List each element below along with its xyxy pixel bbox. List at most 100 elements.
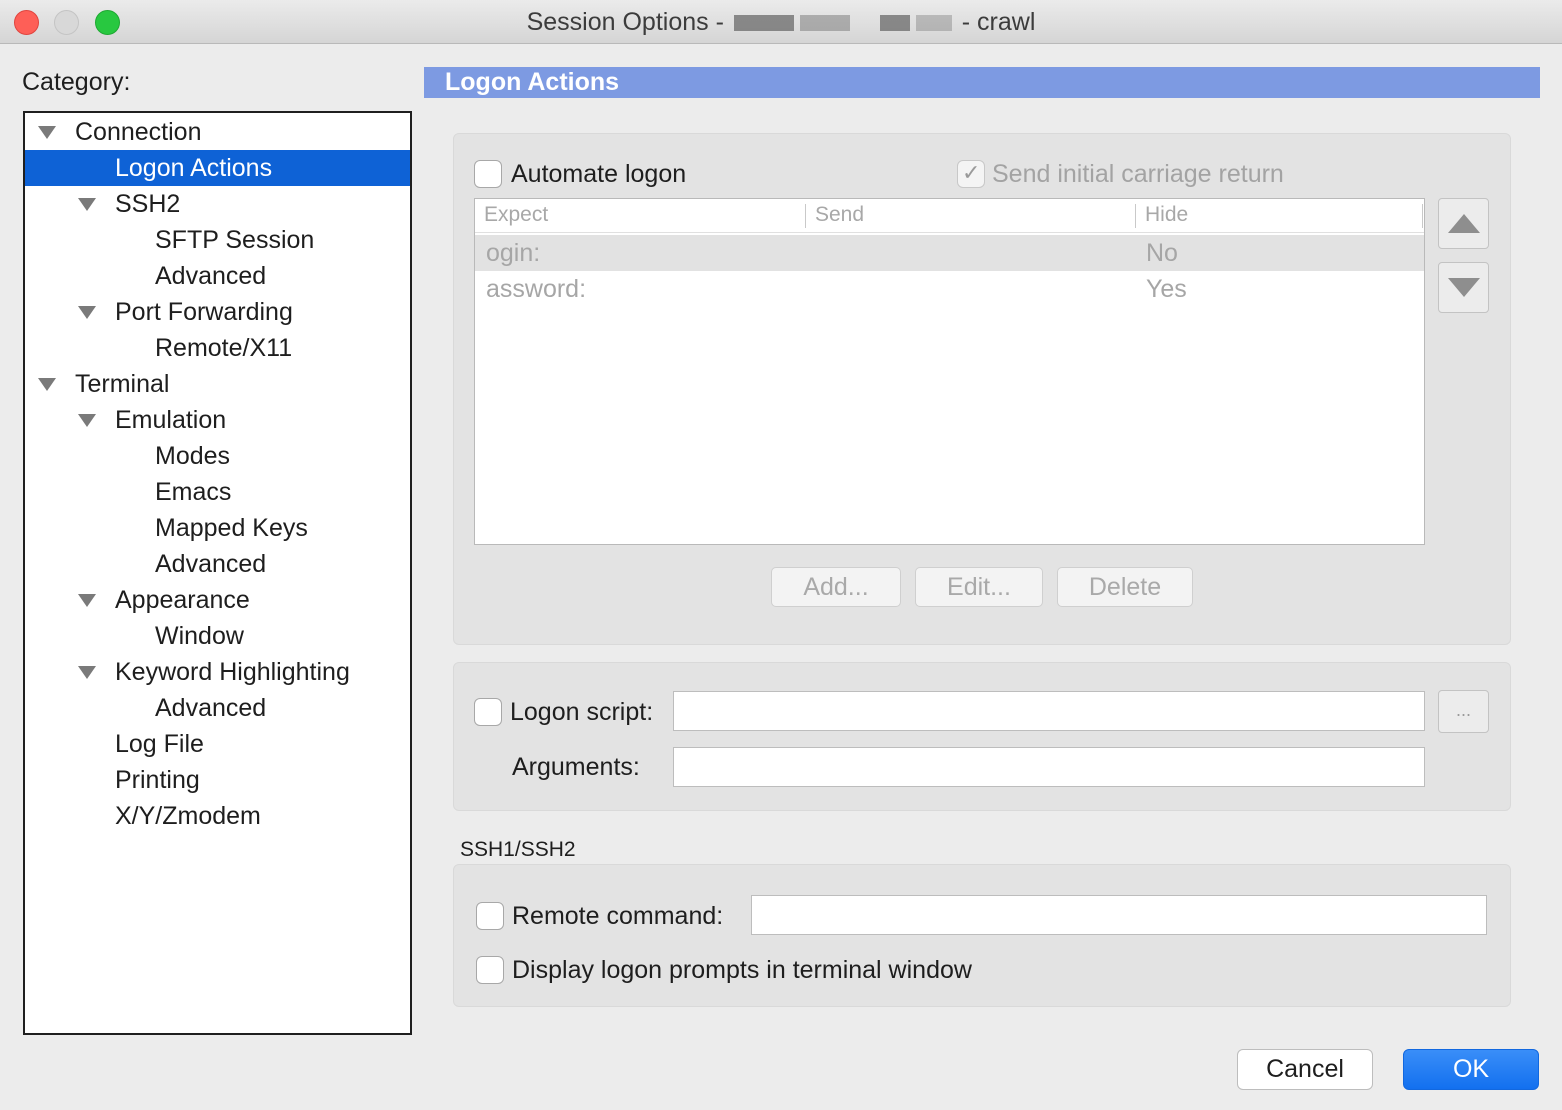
category-item[interactable]: Window	[25, 618, 410, 654]
ok-button[interactable]: OK	[1403, 1049, 1539, 1090]
disclosure-triangle-icon[interactable]	[78, 666, 96, 679]
cancel-button[interactable]: Cancel	[1237, 1049, 1373, 1090]
category-item[interactable]: Advanced	[25, 258, 410, 294]
category-item-label: Port Forwarding	[115, 298, 293, 326]
category-item-label: Log File	[115, 730, 204, 758]
category-item[interactable]: Advanced	[25, 690, 410, 726]
category-item-label: Advanced	[155, 262, 267, 290]
category-item[interactable]: Printing	[25, 762, 410, 798]
category-item-label: Connection	[75, 118, 202, 146]
disclosure-triangle-icon[interactable]	[78, 414, 96, 427]
arguments-input[interactable]	[673, 747, 1425, 787]
category-item-label: Printing	[115, 766, 200, 794]
category-item[interactable]: Mapped Keys	[25, 510, 410, 546]
disclosure-triangle-icon[interactable]	[78, 594, 96, 607]
window-title: Session Options - - crawl	[0, 8, 1562, 37]
logon-actions-table: Expect Send Hide ogin: No assword: Yes	[474, 198, 1425, 545]
delete-button[interactable]: Delete	[1057, 567, 1193, 607]
send-cr-label: Send initial carriage return	[992, 160, 1284, 188]
disclosure-triangle-icon[interactable]	[78, 198, 96, 211]
category-item-label: Emacs	[155, 478, 232, 506]
redacted-host-2	[799, 15, 850, 32]
category-item[interactable]: Remote/X11	[25, 330, 410, 366]
logon-script-checkbox[interactable]	[474, 698, 502, 726]
category-item-label: SSH2	[115, 190, 181, 218]
move-down-button[interactable]	[1438, 262, 1489, 313]
redacted-host	[733, 15, 794, 32]
column-header-hide[interactable]: Hide	[1145, 203, 1188, 227]
category-item[interactable]: SSH2	[25, 186, 410, 222]
session-options-window: Session Options - - crawl Category: Conn…	[0, 0, 1562, 1110]
category-tree[interactable]: Connection Logon Actions SSH2 SFTP Session A…	[23, 111, 412, 1035]
triangle-up-icon	[1448, 214, 1480, 233]
send-cr-checkbox: ✓	[957, 160, 985, 188]
category-item-label: Modes	[155, 442, 231, 470]
remote-command-input[interactable]	[751, 895, 1487, 935]
redacted-user	[879, 15, 910, 32]
display-prompts-label[interactable]: Display logon prompts in terminal window	[512, 956, 972, 985]
category-item-label: Terminal	[75, 370, 170, 398]
category-item-label: SFTP Session	[155, 226, 315, 254]
disclosure-triangle-icon[interactable]	[78, 306, 96, 319]
category-item[interactable]: X/Y/Zmodem	[25, 798, 410, 834]
column-header-send[interactable]: Send	[815, 203, 864, 227]
category-item[interactable]: Log File	[25, 726, 410, 762]
logon-script-label[interactable]: Logon script:	[510, 698, 653, 727]
remote-command-checkbox[interactable]	[476, 902, 504, 930]
row-expect: ogin:	[486, 239, 541, 267]
column-divider	[805, 204, 806, 228]
triangle-down-icon	[1448, 278, 1480, 297]
column-divider	[1422, 204, 1423, 228]
table-header: Expect Send Hide	[475, 199, 1424, 233]
logon-script-panel	[453, 662, 1511, 811]
category-item[interactable]: Logon Actions	[25, 150, 410, 186]
title-bar: Session Options - - crawl	[0, 0, 1562, 44]
add-button[interactable]: Add...	[771, 567, 901, 607]
category-item[interactable]: SFTP Session	[25, 222, 410, 258]
automate-logon-label[interactable]: Automate logon	[511, 160, 686, 189]
ssh-panel	[453, 864, 1511, 1007]
category-item-label: Emulation	[115, 406, 227, 434]
disclosure-triangle-icon[interactable]	[38, 378, 56, 391]
table-row[interactable]: assword: Yes	[475, 271, 1424, 307]
column-divider	[1135, 204, 1136, 228]
disclosure-triangle-icon[interactable]	[38, 126, 56, 139]
category-item-label: Appearance	[115, 586, 250, 614]
title-suffix: - crawl	[961, 8, 1036, 36]
category-label: Category:	[22, 68, 131, 96]
category-item-label: Logon Actions	[115, 154, 273, 182]
browse-button[interactable]: ...	[1438, 690, 1489, 733]
logon-script-input[interactable]	[673, 691, 1425, 731]
section-title: Logon Actions	[424, 67, 1540, 98]
row-hide: Yes	[1146, 275, 1187, 303]
category-item[interactable]: Connection	[25, 114, 410, 150]
category-item[interactable]: Emulation	[25, 402, 410, 438]
row-expect: assword:	[486, 275, 587, 303]
table-row[interactable]: ogin: No	[475, 235, 1424, 271]
column-header-expect[interactable]: Expect	[484, 203, 548, 227]
checkmark-icon: ✓	[962, 160, 981, 185]
automate-logon-checkbox[interactable]	[474, 160, 502, 188]
category-item-label: Window	[155, 622, 244, 650]
category-item[interactable]: Emacs	[25, 474, 410, 510]
ssh-section-heading: SSH1/SSH2	[460, 838, 576, 861]
category-item[interactable]: Modes	[25, 438, 410, 474]
category-item-label: Remote/X11	[155, 334, 293, 362]
category-item[interactable]: Terminal	[25, 366, 410, 402]
category-item[interactable]: Keyword Highlighting	[25, 654, 410, 690]
move-up-button[interactable]	[1438, 198, 1489, 249]
category-item[interactable]: Appearance	[25, 582, 410, 618]
arguments-label: Arguments:	[512, 753, 640, 781]
title-prefix: Session Options -	[526, 8, 724, 36]
category-item-label: Mapped Keys	[155, 514, 308, 542]
category-item-label: X/Y/Zmodem	[115, 802, 261, 830]
row-hide: No	[1146, 239, 1178, 267]
edit-button[interactable]: Edit...	[915, 567, 1043, 607]
category-item-label: Keyword Highlighting	[115, 658, 350, 686]
category-item-label: Advanced	[155, 694, 267, 722]
category-item[interactable]: Port Forwarding	[25, 294, 410, 330]
display-prompts-checkbox[interactable]	[476, 956, 504, 984]
remote-command-label[interactable]: Remote command:	[512, 902, 723, 931]
category-item[interactable]: Advanced	[25, 546, 410, 582]
redacted-user-2	[915, 15, 952, 32]
